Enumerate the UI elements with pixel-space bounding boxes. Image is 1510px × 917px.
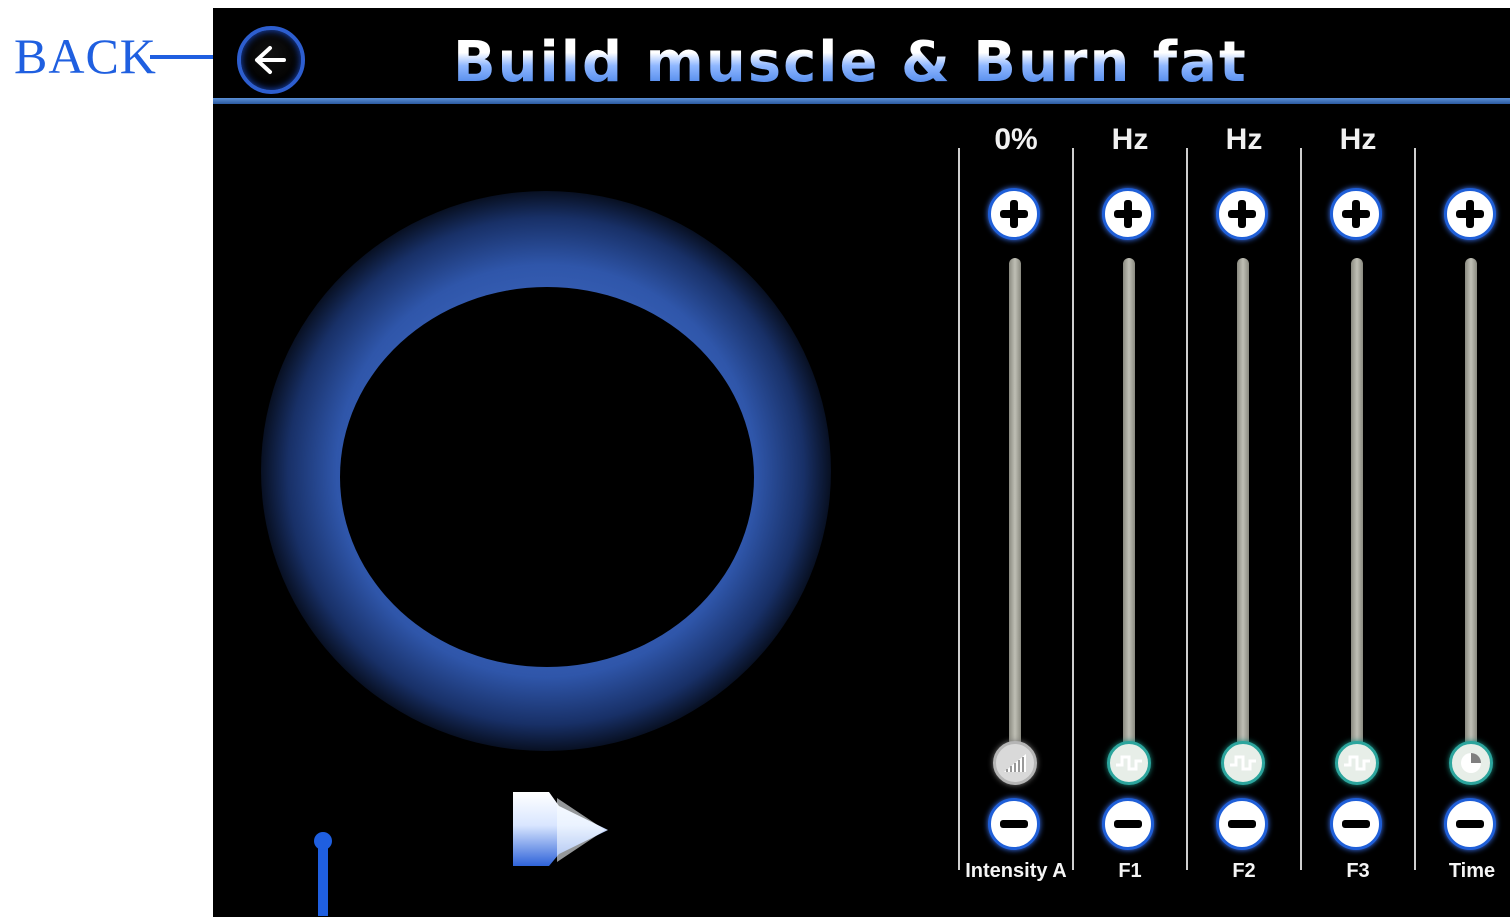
pulse-wave-icon: [1344, 755, 1370, 771]
f3-slider[interactable]: [1351, 258, 1363, 748]
f3-label: F3: [1346, 860, 1370, 882]
f3-minus-button[interactable]: [1330, 798, 1382, 850]
intensity-value: 0%: [994, 123, 1038, 156]
time-column: Time: [1416, 118, 1510, 883]
intensity-minus-button[interactable]: [988, 798, 1040, 850]
play-button[interactable]: [511, 788, 615, 868]
back-button[interactable]: [237, 26, 305, 94]
time-plus-button[interactable]: [1444, 188, 1496, 240]
f2-column: Hz F2: [1188, 118, 1300, 883]
f1-minus-button[interactable]: [1102, 798, 1154, 850]
play-annotation-dot: [314, 832, 332, 850]
time-slider[interactable]: [1465, 258, 1477, 748]
f2-plus-button[interactable]: [1216, 188, 1268, 240]
f2-slider-handle[interactable]: [1221, 741, 1265, 785]
intensity-slider-handle[interactable]: [993, 741, 1037, 785]
f3-slider-handle[interactable]: [1335, 741, 1379, 785]
device-screen: Build muscle & Burn fat 0% Intensity A H…: [213, 8, 1510, 917]
f3-value: Hz: [1339, 123, 1377, 156]
status-ring-center: [340, 287, 754, 667]
intensity-column: 0% Intensity A: [960, 118, 1072, 883]
intensity-label: Intensity A: [965, 860, 1067, 882]
f1-slider-handle[interactable]: [1107, 741, 1151, 785]
time-slider-handle[interactable]: [1449, 741, 1493, 785]
header-divider: [213, 98, 1510, 104]
f2-label: F2: [1232, 860, 1256, 882]
f1-label: F1: [1118, 860, 1142, 882]
pulse-wave-icon: [1230, 755, 1256, 771]
pulse-wave-icon: [1116, 755, 1142, 771]
control-panel: 0% Intensity A Hz F1 Hz F2 Hz F3 Time: [958, 118, 1510, 883]
intensity-plus-button[interactable]: [988, 188, 1040, 240]
page-title: Build muscle & Burn fat: [453, 30, 1293, 95]
intensity-icon: [1004, 754, 1026, 772]
f3-column: Hz F3: [1302, 118, 1414, 883]
back-arrow-icon: [255, 46, 286, 74]
f2-slider[interactable]: [1237, 258, 1249, 748]
time-label: Time: [1448, 860, 1496, 882]
time-minus-button[interactable]: [1444, 798, 1496, 850]
f2-minus-button[interactable]: [1216, 798, 1268, 850]
header: Build muscle & Burn fat: [213, 8, 1510, 104]
f3-plus-button[interactable]: [1330, 188, 1382, 240]
f1-column: Hz F1: [1074, 118, 1186, 883]
back-annotation-label: BACK: [14, 28, 157, 84]
clock-icon: [1461, 753, 1481, 773]
f2-value: Hz: [1225, 123, 1263, 156]
f1-plus-button[interactable]: [1102, 188, 1154, 240]
f1-value: Hz: [1111, 123, 1149, 156]
f1-slider[interactable]: [1123, 258, 1135, 748]
intensity-slider[interactable]: [1009, 258, 1021, 748]
